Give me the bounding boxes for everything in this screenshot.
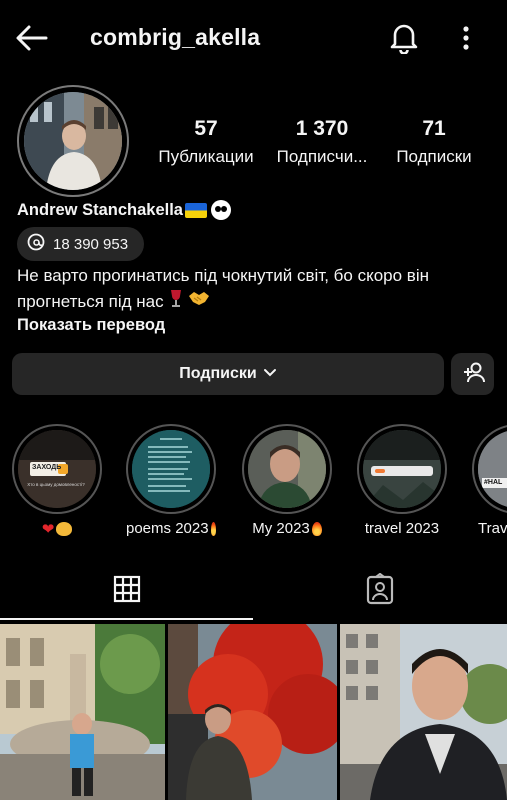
profile-username: combrig_akella	[90, 24, 261, 50]
highlight-cover: #HAL	[478, 430, 507, 508]
post-thumbnail[interactable]	[340, 624, 507, 800]
highlight-small-caption: Хто в цьому домовленості?	[27, 482, 85, 487]
cat-face-icon	[56, 522, 73, 536]
threads-badge[interactable]: 18 390 953	[17, 227, 144, 261]
fire-icon	[210, 521, 216, 536]
following-count: 71	[422, 117, 446, 140]
stat-followers[interactable]: 1 370 Подписчи...	[266, 116, 378, 169]
following-dropdown-button[interactable]: Подписки	[12, 353, 444, 395]
highlight-label: Trav	[472, 520, 507, 537]
chevron-down-icon	[263, 365, 277, 383]
suggest-users-button[interactable]	[451, 353, 494, 395]
highlight-label-text: travel 2023	[364, 520, 440, 537]
following-label: Подписки	[396, 147, 472, 166]
highlight-cover	[363, 430, 441, 508]
bio-line-2-row: прогнеться під нас	[17, 288, 497, 315]
more-options-icon[interactable]	[456, 24, 476, 52]
highlight-label: ❤	[12, 520, 102, 538]
highlight-label-text: My 2023	[252, 520, 310, 537]
profile-full-name: Andrew Stanchakella	[17, 200, 231, 220]
profile-bio: Не варто прогинатись під чокнутий світ, …	[17, 263, 497, 315]
highlight-cover: ЗАХОДЬ Хто в цьому домовленості?	[18, 430, 96, 508]
profile-avatar[interactable]	[17, 85, 129, 197]
highlight-cover	[248, 430, 326, 508]
highlight-sticker-text: ЗАХОДЬ	[32, 464, 62, 471]
bell-icon[interactable]	[388, 20, 420, 55]
threads-count: 18 390 953	[53, 235, 129, 253]
bio-line-1: Не варто прогинатись під чокнутий світ, …	[17, 266, 429, 285]
active-tab-indicator	[0, 618, 253, 620]
posts-label: Публикации	[158, 147, 254, 166]
fire-icon	[311, 521, 322, 536]
highlight-label-text: poems 2023	[126, 520, 209, 537]
story-highlight[interactable]: #HAL Trav	[472, 424, 507, 537]
profile-tabs	[0, 562, 507, 620]
highlight-cover	[132, 430, 210, 508]
post-thumbnail[interactable]	[0, 624, 165, 800]
show-translation-link[interactable]: Показать перевод	[17, 316, 165, 335]
highlight-ring	[242, 424, 332, 514]
stat-following[interactable]: 71 Подписки	[384, 116, 484, 169]
tagged-person-icon	[365, 572, 395, 610]
story-highlight[interactable]: poems 2023	[126, 424, 216, 537]
posts-count: 57	[194, 117, 218, 140]
highlight-label-text: Trav	[478, 520, 507, 537]
ukraine-flag-icon	[184, 202, 207, 218]
story-highlight[interactable]: My 2023	[242, 424, 332, 537]
handshake-icon	[188, 289, 210, 314]
stat-posts[interactable]: 57 Публикации	[150, 116, 262, 169]
story-highlight[interactable]: travel 2023	[357, 424, 447, 537]
tab-tagged[interactable]	[253, 562, 506, 620]
threads-icon	[27, 233, 45, 255]
wine-glass-icon	[168, 288, 184, 315]
grid-icon	[113, 575, 141, 608]
posts-grid	[0, 624, 507, 800]
highlight-label: travel 2023	[357, 520, 447, 537]
followers-count: 1 370	[295, 117, 349, 140]
highlight-ring: #HAL	[472, 424, 507, 514]
highlight-ring	[126, 424, 216, 514]
panda-icon	[210, 200, 231, 220]
highlight-ring: ЗАХОДЬ Хто в цьому домовленості?	[12, 424, 102, 514]
highlight-label: poems 2023	[126, 520, 216, 537]
following-button-label: Подписки	[179, 365, 257, 382]
highlight-badge-text: #HAL	[484, 479, 503, 486]
back-arrow-icon[interactable]	[14, 22, 50, 54]
add-user-icon	[460, 361, 486, 388]
highlight-ring	[357, 424, 447, 514]
heart-icon: ❤	[41, 521, 55, 538]
bio-line-2: прогнеться під нас	[17, 292, 164, 311]
avatar-photo	[24, 92, 122, 190]
highlight-label: My 2023	[242, 520, 332, 537]
story-highlight[interactable]: ЗАХОДЬ Хто в цьому домовленості? ❤	[12, 424, 102, 538]
full-name-text: Andrew Stanchakella	[17, 200, 183, 219]
post-thumbnail[interactable]	[168, 624, 337, 800]
followers-label: Подписчи...	[276, 147, 368, 166]
tab-posts-grid[interactable]	[0, 562, 253, 620]
top-bar: combrig_akella	[0, 0, 507, 76]
